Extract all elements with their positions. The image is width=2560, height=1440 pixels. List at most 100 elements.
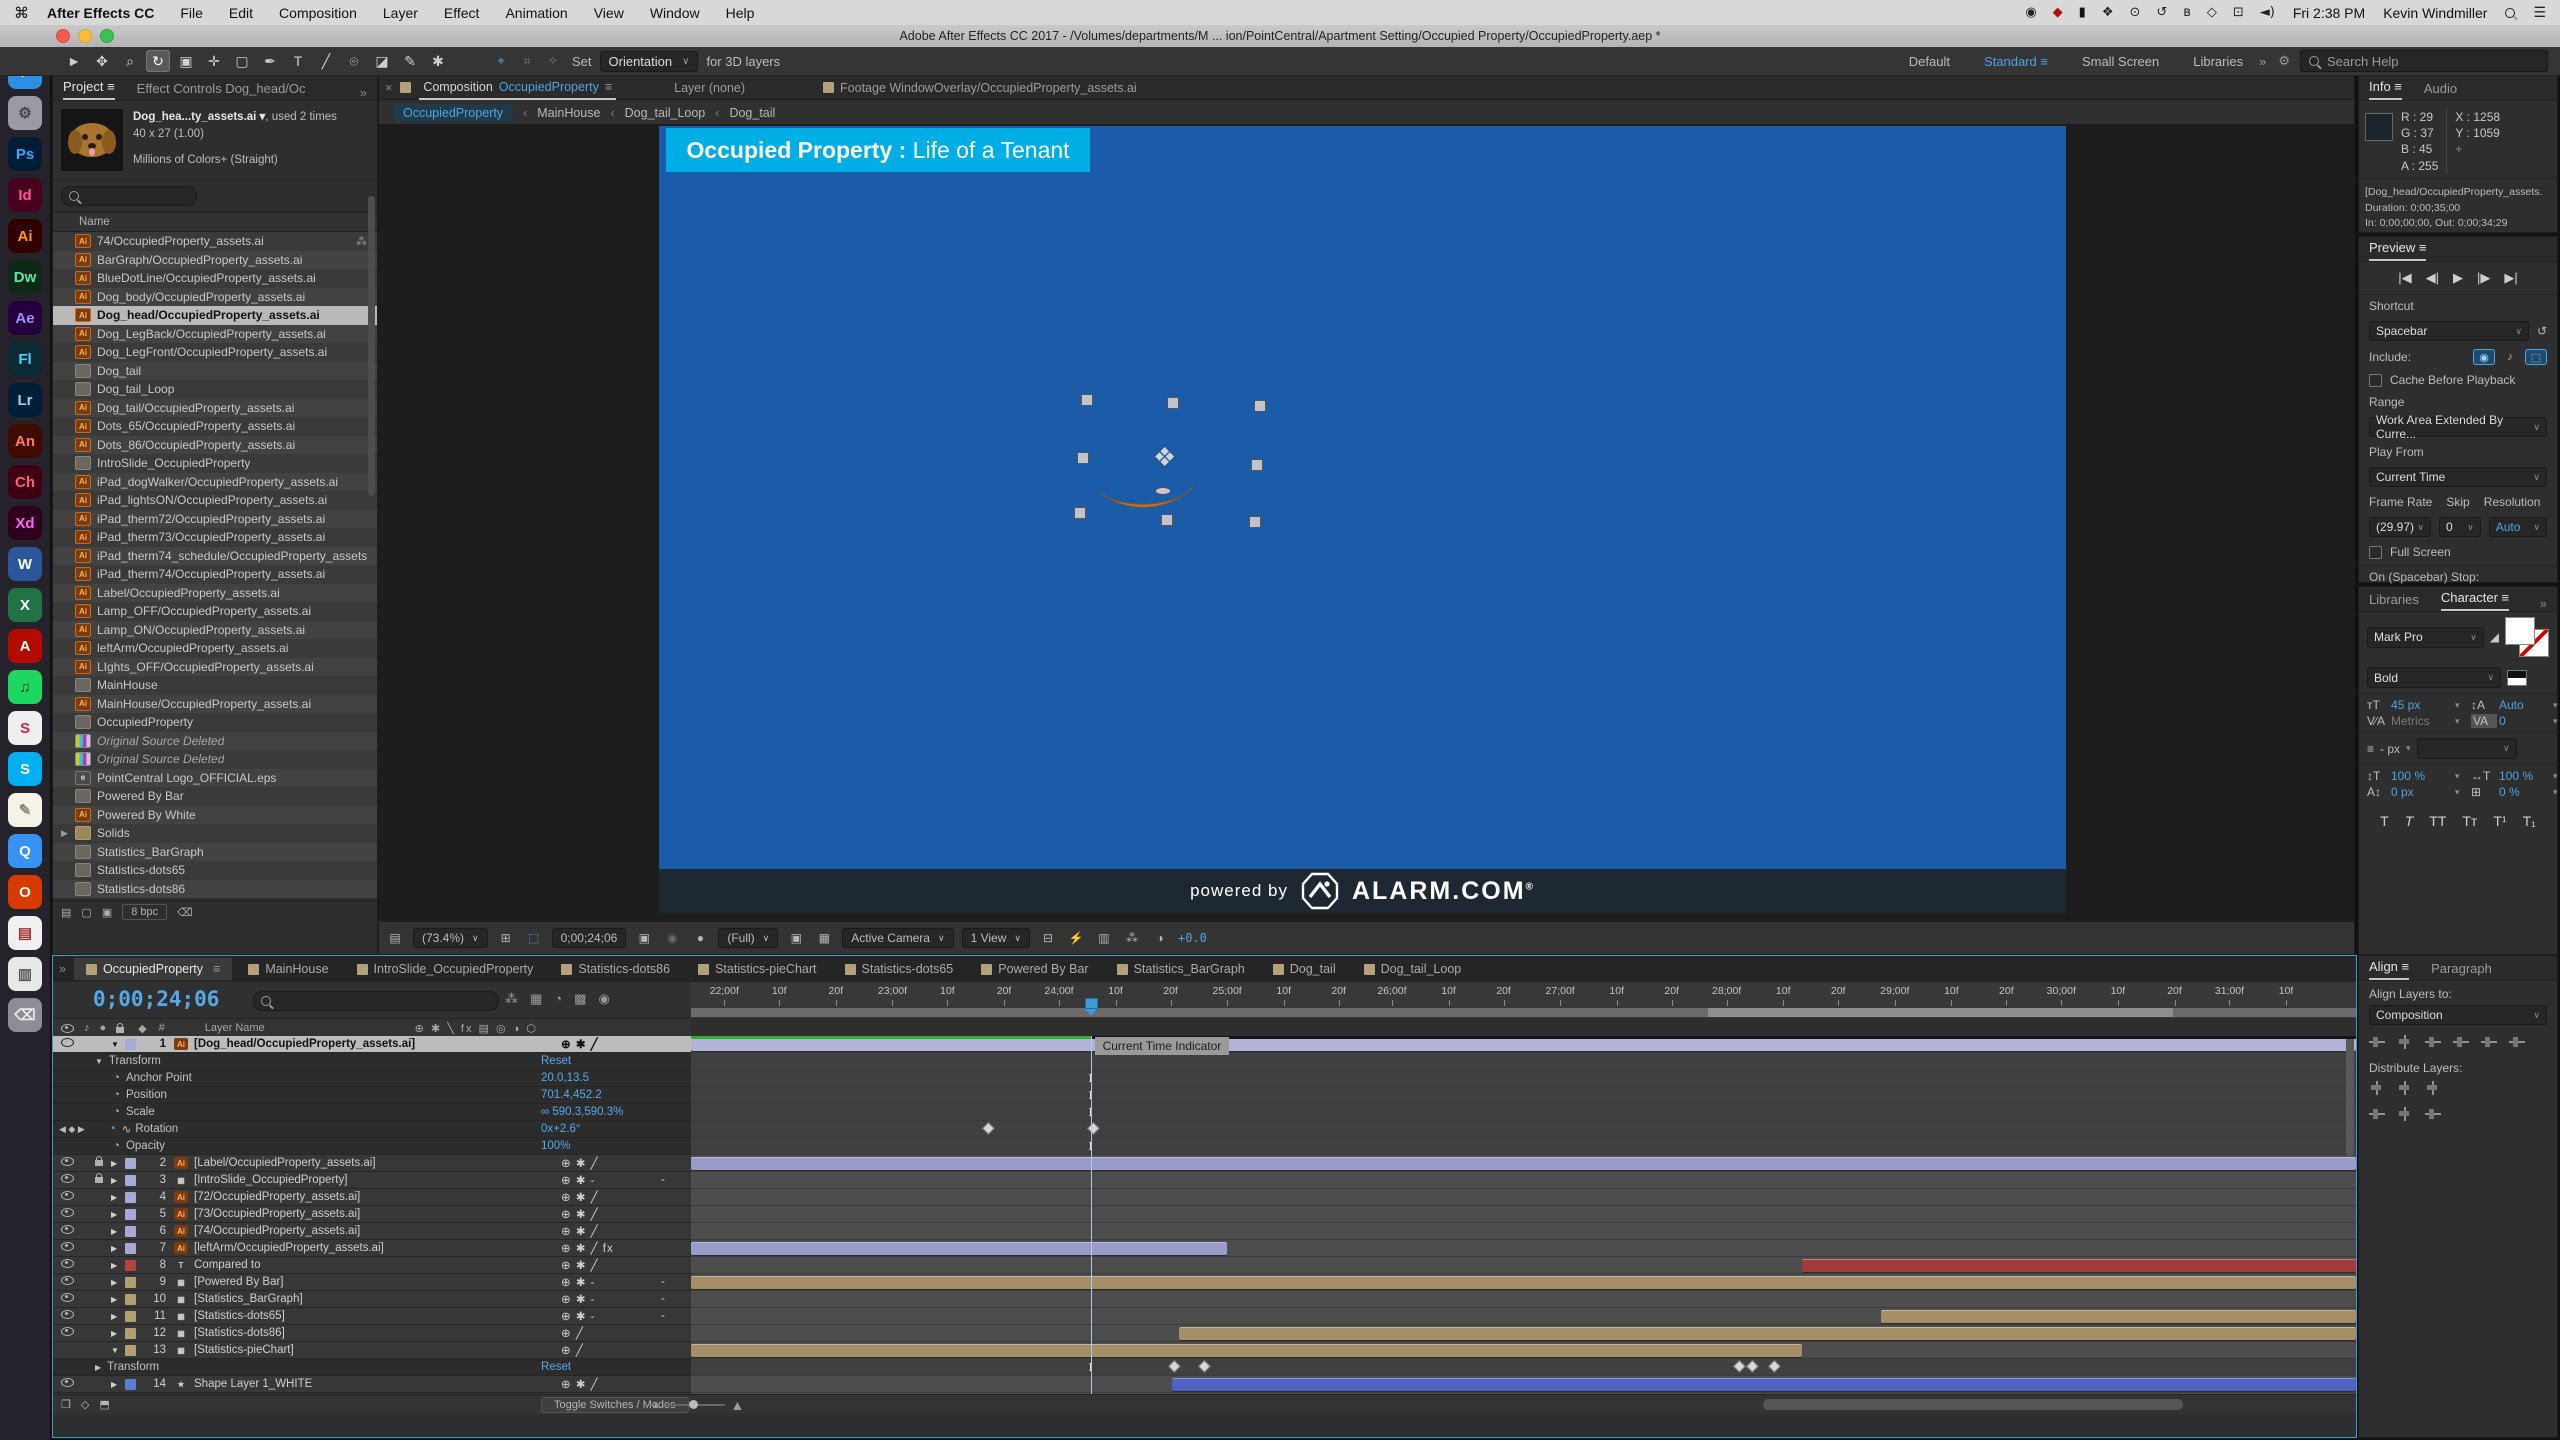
resolution-select[interactable]: (Full) ∨ bbox=[718, 928, 779, 948]
layer-track[interactable] bbox=[691, 1257, 2356, 1274]
layer-label-color[interactable] bbox=[125, 1191, 136, 1203]
project-bit-depth[interactable]: 8 bpc bbox=[122, 904, 168, 920]
layer-row[interactable]: ▶ 8 T Compared to ⊕ ✱ ╱ bbox=[53, 1257, 691, 1274]
twirl-icon[interactable]: ▼ bbox=[95, 1057, 103, 1066]
magnification-select[interactable]: (73.4%) ∨ bbox=[413, 928, 488, 948]
project-item[interactable]: Ai Label/OccupiedProperty_assets.ai bbox=[53, 583, 377, 602]
project-item[interactable]: Ai Dog_LegBack/OccupiedProperty_assets.ai bbox=[53, 324, 377, 343]
delete-item-icon[interactable]: ⌫ bbox=[177, 906, 193, 919]
project-item[interactable]: Ai Dog_tail/OccupiedProperty_assets.ai bbox=[53, 398, 377, 417]
dock-indesign-icon[interactable]: Id bbox=[8, 178, 42, 212]
fill-stroke-swatches[interactable] bbox=[2505, 617, 2549, 657]
layer-track[interactable] bbox=[691, 1155, 2356, 1172]
tab-project[interactable]: Project ≡ bbox=[63, 79, 115, 100]
type-style-button[interactable]: T bbox=[2405, 813, 2414, 829]
range-select[interactable]: Work Area Extended By Curre... ∨ bbox=[2369, 413, 2547, 441]
graph-editor-icon[interactable]: ◇ bbox=[81, 1398, 89, 1411]
project-item[interactable]: Original Source Deleted bbox=[53, 750, 377, 769]
dist-vert-center-horiz-button[interactable] bbox=[2397, 1081, 2413, 1095]
timeline-zoom-slider[interactable]: ▴ ▲ bbox=[653, 1397, 744, 1413]
horizontal-scale-value[interactable]: 100 % bbox=[2499, 769, 2551, 783]
tab-libraries[interactable]: Libraries bbox=[2369, 592, 2419, 611]
dock-chart-document-icon[interactable]: ▥ bbox=[8, 957, 42, 991]
project-item[interactable]: Ai BarGraph/OccupiedProperty_assets.ai bbox=[53, 250, 377, 269]
property-name[interactable]: Scale bbox=[126, 1106, 155, 1118]
layer-name[interactable]: [Statistics_BarGraph] bbox=[194, 1293, 494, 1305]
dock-xd-icon[interactable]: Xd bbox=[8, 506, 42, 540]
dock-slack-icon[interactable]: S bbox=[8, 711, 42, 745]
type-style-button[interactable]: T¹ bbox=[2493, 813, 2506, 829]
align-top-button[interactable] bbox=[2453, 1035, 2469, 1049]
volume-icon[interactable]: ◄) bbox=[2260, 5, 2275, 20]
dog-head-layer-art[interactable] bbox=[1097, 484, 1197, 514]
font-family-select[interactable]: Mark Pro ∨ bbox=[2367, 626, 2484, 648]
dist-top-horiz-button[interactable] bbox=[2369, 1081, 2385, 1095]
property-name[interactable]: Anchor Point bbox=[126, 1072, 192, 1084]
dock-excel-icon[interactable]: X bbox=[8, 588, 42, 622]
menu-item-effect[interactable]: Effect bbox=[444, 5, 480, 21]
stopwatch-icon[interactable]: ◔ bbox=[109, 1123, 116, 1135]
timeline-search-input[interactable] bbox=[253, 991, 499, 1011]
dock-lightroom-icon[interactable]: Lr bbox=[8, 383, 42, 417]
layer-row[interactable]: ▶ 2 Ai [Label/OccupiedProperty_assets.ai] ⊕ … bbox=[53, 1155, 691, 1172]
project-item[interactable]: Ai Dots_65/OccupiedProperty_assets.ai bbox=[53, 417, 377, 436]
property-value[interactable]: 100% bbox=[541, 1140, 570, 1152]
property-value[interactable]: Reset bbox=[541, 1361, 571, 1373]
anchor-point-icon[interactable]: ❖ bbox=[1153, 442, 1176, 473]
selection-handle[interactable] bbox=[1167, 397, 1179, 409]
layer-track[interactable] bbox=[691, 1240, 2356, 1257]
selection-handle[interactable] bbox=[1254, 400, 1266, 412]
workspace-small-screen[interactable]: Small Screen bbox=[2082, 54, 2159, 69]
dock-spotify-icon[interactable]: ♫ bbox=[8, 670, 42, 704]
layer-switches[interactable]: ⊕ ✱ - bbox=[561, 1292, 661, 1306]
layer-row[interactable]: ▶ 4 Ai [72/OccupiedProperty_assets.ai] ⊕ ✱ ╱ bbox=[53, 1189, 691, 1206]
layer-visibility-eye-icon[interactable] bbox=[61, 1225, 74, 1234]
layer-duration-bar[interactable] bbox=[691, 1242, 1228, 1255]
pixel-aspect-icon[interactable]: ⊟ bbox=[1038, 931, 1058, 945]
tab-effect-controls[interactable]: Effect Controls Dog_head/Oc bbox=[137, 81, 306, 100]
eraser-tool[interactable]: ◪ bbox=[370, 50, 394, 72]
project-item[interactable]: Ai iPad_lightsON/OccupiedProperty_assets.… bbox=[53, 491, 377, 510]
play-from-select[interactable]: Current Time ∨ bbox=[2369, 467, 2547, 487]
breadcrumb-item[interactable]: MainHouse bbox=[537, 106, 600, 120]
tsume-value[interactable]: 0 % bbox=[2499, 785, 2551, 799]
property-track[interactable]: I bbox=[691, 1087, 2356, 1104]
go-to-end-button[interactable]: ▶| bbox=[2504, 270, 2517, 286]
tab-paragraph[interactable]: Paragraph bbox=[2431, 961, 2492, 980]
layer-switches[interactable]: ⊕ ✱ - bbox=[561, 1275, 661, 1289]
layer-visibility-eye-icon[interactable] bbox=[61, 1293, 74, 1302]
layer-track[interactable] bbox=[691, 1342, 2356, 1359]
layer-row[interactable]: ▶ 9 ▦ [Powered By Bar] ⊕ ✱ -- bbox=[53, 1274, 691, 1291]
type-style-button[interactable]: Tᴛ bbox=[2462, 813, 2477, 829]
layer-switches[interactable]: ⊕ ✱ ╱ bbox=[561, 1258, 661, 1272]
fast-preview-icon[interactable]: ⚡ bbox=[1066, 931, 1086, 945]
tab-align[interactable]: Align ≡ bbox=[2369, 959, 2410, 980]
sophos-icon[interactable]: ◆ bbox=[2053, 5, 2063, 20]
align-horiz-center-button[interactable] bbox=[2397, 1035, 2413, 1049]
project-item[interactable]: Ai iPad_therm72/OccupiedProperty_assets.a… bbox=[53, 509, 377, 528]
hand-tool[interactable]: ✥ bbox=[90, 50, 114, 72]
time-machine-icon[interactable]: ↺ bbox=[2156, 5, 2167, 20]
menu-item-animation[interactable]: Animation bbox=[505, 5, 567, 21]
property-track[interactable]: I bbox=[691, 1359, 2356, 1376]
layer-name[interactable]: [leftArm/OccupiedProperty_assets.ai] bbox=[194, 1242, 494, 1254]
draft-3d-icon[interactable]: ▦ bbox=[530, 991, 542, 1007]
project-item[interactable]: Dog_tail bbox=[53, 361, 377, 380]
new-composition-icon[interactable]: ▣ bbox=[102, 906, 112, 919]
layer-name[interactable]: Shape Layer 1_WHITE bbox=[194, 1378, 494, 1390]
layer-duration-bar[interactable] bbox=[691, 1038, 2356, 1051]
project-item[interactable]: Ai Lamp_OFF/OccupiedProperty_assets.ai bbox=[53, 602, 377, 621]
layer-duration-bar[interactable] bbox=[1881, 1310, 2356, 1323]
layer-track[interactable] bbox=[691, 1376, 2356, 1393]
layer-visibility-eye-icon[interactable] bbox=[61, 1038, 74, 1047]
twirl-icon[interactable]: ▶ bbox=[95, 1363, 101, 1372]
local-axis-mode[interactable]: ⌖ bbox=[490, 51, 512, 71]
layer-name[interactable]: [73/OccupiedProperty_assets.ai] bbox=[194, 1208, 494, 1220]
selection-handle[interactable] bbox=[1077, 452, 1089, 464]
exposure-icon[interactable]: ◑ bbox=[1150, 931, 1170, 945]
dock-photoshop-icon[interactable]: Ps bbox=[8, 137, 42, 171]
layer-visibility-eye-icon[interactable] bbox=[61, 1174, 74, 1183]
resolution-select[interactable]: Auto ∨ bbox=[2488, 517, 2547, 537]
fast-previews-icon[interactable]: ▣ bbox=[786, 931, 806, 945]
timeline-tab-mainhouse[interactable]: MainHouse bbox=[236, 958, 340, 980]
